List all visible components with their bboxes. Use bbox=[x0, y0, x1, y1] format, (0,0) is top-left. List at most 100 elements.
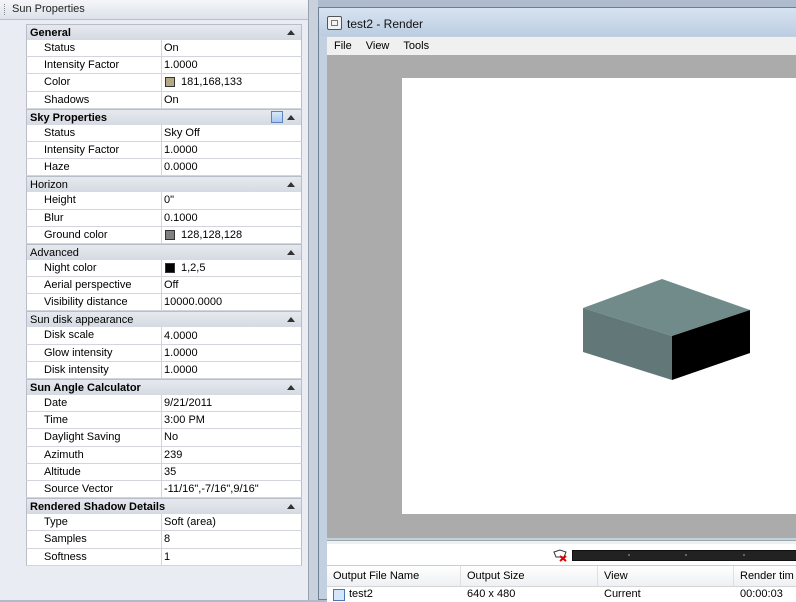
property-value[interactable]: 128,128,128 bbox=[162, 227, 301, 243]
section-header[interactable]: Advanced bbox=[26, 243, 302, 260]
property-label: Intensity Factor bbox=[27, 57, 162, 74]
property-row[interactable]: Haze 0.0000 bbox=[26, 159, 302, 177]
property-value[interactable]: Sky Off bbox=[162, 125, 301, 141]
property-value[interactable]: 0.1000 bbox=[162, 210, 301, 226]
window-title: test2 - Render bbox=[347, 17, 424, 31]
property-label: Source Vector bbox=[27, 480, 162, 498]
column-output-size[interactable]: Output Size bbox=[461, 566, 598, 586]
property-value[interactable]: 181,168,133 bbox=[162, 74, 301, 90]
property-row[interactable]: Aerial perspective Off bbox=[26, 277, 302, 295]
property-value[interactable]: 1.0000 bbox=[162, 345, 301, 361]
property-row[interactable]: Type Soft (area) bbox=[26, 514, 302, 532]
menu-tools[interactable]: Tools bbox=[396, 37, 436, 55]
environment-icon[interactable] bbox=[271, 110, 283, 123]
render-history-pane: Output File Name Output Size View Render… bbox=[327, 540, 796, 602]
property-value[interactable]: 239 bbox=[162, 447, 301, 463]
section-header[interactable]: Sun Angle Calculator bbox=[26, 379, 302, 395]
section-title: Sky Properties bbox=[30, 111, 108, 124]
property-value[interactable]: 8 bbox=[162, 531, 301, 547]
property-value[interactable]: On bbox=[162, 40, 301, 56]
property-value[interactable]: 9/21/2011 bbox=[162, 395, 301, 411]
palette-title-bar[interactable]: Sun Properties bbox=[0, 0, 308, 20]
section-title: Rendered Shadow Details bbox=[30, 501, 166, 514]
property-value[interactable]: -11/16",-7/16",9/16" bbox=[162, 481, 301, 497]
collapse-arrow-icon[interactable] bbox=[287, 385, 295, 390]
property-value[interactable]: 0.0000 bbox=[162, 159, 301, 175]
property-value[interactable]: Off bbox=[162, 277, 301, 293]
property-value[interactable]: 1.0000 bbox=[162, 142, 301, 158]
render-progress-bar bbox=[572, 550, 796, 561]
section-title: Advanced bbox=[30, 246, 79, 259]
property-value-text: 8 bbox=[164, 533, 171, 546]
property-label: Glow intensity bbox=[27, 344, 162, 361]
section-title: Sun disk appearance bbox=[30, 314, 134, 327]
property-value-text: 0.1000 bbox=[164, 211, 198, 224]
property-value[interactable]: 1 bbox=[162, 549, 301, 565]
column-output-file-name[interactable]: Output File Name bbox=[327, 566, 461, 586]
property-value[interactable]: Soft (area) bbox=[162, 514, 301, 530]
collapse-arrow-icon[interactable] bbox=[287, 504, 295, 510]
property-row[interactable]: Visibility distance 10000.0000 bbox=[26, 294, 302, 312]
collapse-arrow-icon[interactable] bbox=[287, 114, 295, 120]
property-row[interactable]: Source Vector -11/16",-7/16",9/16" bbox=[26, 480, 302, 499]
property-row[interactable]: Night color 1,2,5 bbox=[26, 259, 302, 278]
property-row[interactable]: Intensity Factor 1.0000 bbox=[26, 141, 302, 160]
property-row[interactable]: Altitude 35 bbox=[26, 463, 302, 481]
property-label: Visibility distance bbox=[27, 294, 162, 311]
property-value-text: 1.0000 bbox=[164, 363, 198, 376]
property-value[interactable]: No bbox=[162, 429, 301, 445]
property-row[interactable]: Softness 1 bbox=[26, 548, 302, 566]
property-row[interactable]: Intensity Factor 1.0000 bbox=[26, 57, 302, 75]
property-label: Ground color bbox=[27, 226, 162, 243]
property-row[interactable]: Date 9/21/2011 bbox=[26, 395, 302, 413]
property-row[interactable]: Azimuth 239 bbox=[26, 446, 302, 464]
property-row[interactable]: Disk scale 4.0000 bbox=[26, 327, 302, 345]
property-row[interactable]: Shadows On bbox=[26, 91, 302, 109]
column-view[interactable]: View bbox=[598, 566, 734, 586]
column-render-time[interactable]: Render tim bbox=[734, 566, 796, 586]
section-header[interactable]: Rendered Shadow Details bbox=[26, 498, 302, 515]
property-value[interactable]: 1.0000 bbox=[162, 362, 301, 378]
collapse-arrow-icon[interactable] bbox=[287, 182, 295, 188]
property-value-text: 1.0000 bbox=[164, 59, 198, 72]
property-value[interactable]: 35 bbox=[162, 464, 301, 480]
property-row[interactable]: Samples 8 bbox=[26, 531, 302, 549]
collapse-arrow-icon[interactable] bbox=[287, 317, 295, 323]
property-row[interactable]: Color 181,168,133 bbox=[26, 74, 302, 92]
property-row[interactable]: Status On bbox=[26, 40, 302, 58]
section-advanced: Advanced Night color 1,2,5 Aerial perspecti… bbox=[26, 243, 302, 312]
menu-view[interactable]: View bbox=[359, 37, 397, 55]
property-row[interactable]: Ground color 128,128,128 bbox=[26, 226, 302, 244]
section-header[interactable]: Sun disk appearance bbox=[26, 311, 302, 328]
property-value[interactable]: 0" bbox=[162, 192, 301, 208]
section-horizon: Horizon Height 0" Blur 0.1000 Ground color 128… bbox=[26, 176, 302, 244]
property-value-text: 0" bbox=[164, 194, 175, 207]
property-row[interactable]: Status Sky Off bbox=[26, 124, 302, 142]
section-header[interactable]: Sky Properties bbox=[26, 108, 302, 125]
property-row[interactable]: Time 3:00 PM bbox=[26, 412, 302, 430]
property-row[interactable]: Glow intensity 1.0000 bbox=[26, 344, 302, 362]
window-title-bar[interactable]: test2 - Render bbox=[319, 8, 796, 36]
collapse-arrow-icon[interactable] bbox=[287, 30, 295, 35]
section-header[interactable]: Horizon bbox=[26, 176, 302, 193]
collapse-arrow-icon[interactable] bbox=[287, 249, 295, 255]
property-row[interactable]: Daylight Saving No bbox=[26, 429, 302, 447]
property-value-text: 239 bbox=[164, 448, 183, 461]
property-value[interactable]: 1,2,5 bbox=[162, 260, 301, 276]
cancel-render-icon[interactable] bbox=[552, 548, 568, 562]
property-value[interactable]: On bbox=[162, 92, 301, 108]
palette-grip[interactable] bbox=[4, 4, 8, 15]
property-label: Status bbox=[27, 40, 162, 57]
splitter[interactable] bbox=[309, 0, 318, 600]
property-row[interactable]: Height 0" bbox=[26, 192, 302, 210]
menu-file[interactable]: File bbox=[327, 37, 359, 55]
property-value[interactable]: 4.0000 bbox=[162, 327, 301, 343]
property-row[interactable]: Blur 0.1000 bbox=[26, 209, 302, 227]
property-value[interactable]: 10000.0000 bbox=[162, 294, 301, 310]
section-header[interactable]: General bbox=[26, 24, 302, 40]
property-value[interactable]: 1.0000 bbox=[162, 57, 301, 73]
property-label: Height bbox=[27, 192, 162, 209]
color-swatch bbox=[165, 262, 175, 273]
property-row[interactable]: Disk intensity 1.0000 bbox=[26, 361, 302, 379]
property-value[interactable]: 3:00 PM bbox=[162, 412, 301, 428]
